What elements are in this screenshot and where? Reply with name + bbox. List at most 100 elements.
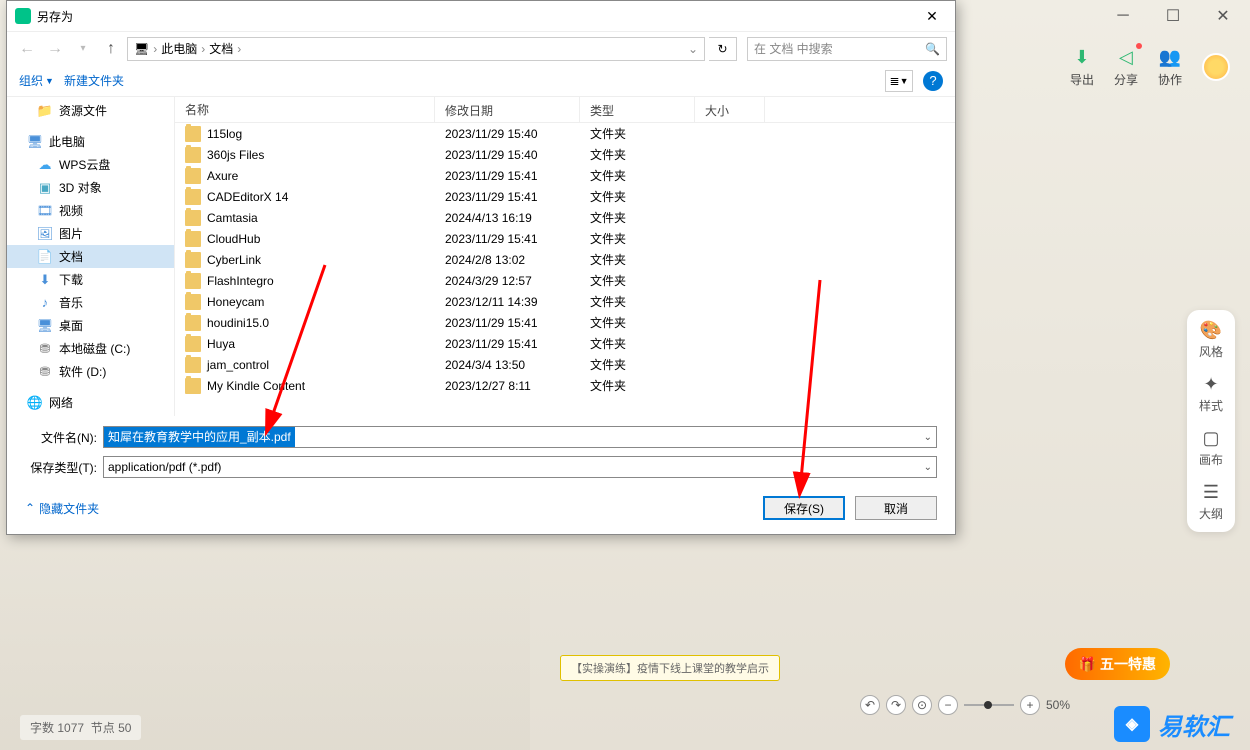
- new-folder-button[interactable]: 新建文件夹: [64, 72, 124, 89]
- undo-btn[interactable]: ↶: [860, 695, 880, 715]
- search-icon: 🔍: [925, 42, 940, 56]
- view-mode-button[interactable]: ≣ ▼: [885, 70, 913, 92]
- folder-icon: [185, 210, 201, 226]
- mindmap-node[interactable]: 【实操演练】疫情下线上课堂的教学启示: [560, 655, 780, 681]
- file-row[interactable]: Camtasia2024/4/13 16:19文件夹: [175, 207, 955, 228]
- organize-menu[interactable]: 组织 ▼: [19, 72, 54, 89]
- avatar[interactable]: [1202, 53, 1230, 81]
- tree-resources[interactable]: 📁资源文件: [7, 99, 174, 122]
- dialog-footer: ⌃ 隐藏文件夹 保存(S) 取消: [7, 488, 955, 534]
- col-date[interactable]: 修改日期: [435, 97, 580, 122]
- dialog-close-button[interactable]: ✕: [917, 4, 947, 28]
- breadcrumb-docs[interactable]: 文档: [209, 40, 233, 57]
- status-bar: 字数 1077 节点 50: [20, 715, 141, 740]
- file-row[interactable]: FlashIntegro2024/3/29 12:57文件夹: [175, 270, 955, 291]
- outline-panel-btn[interactable]: ☰大纲: [1191, 482, 1231, 522]
- minimize-button[interactable]: ─: [1108, 1, 1138, 31]
- export-tool[interactable]: ⬇ 导出: [1070, 45, 1094, 88]
- tree-d-drive[interactable]: ⛃软件 (D:): [7, 360, 174, 383]
- tree-this-pc[interactable]: 🖥此电脑: [7, 130, 174, 153]
- tree-wps-cloud[interactable]: ☁WPS云盘: [7, 153, 174, 176]
- disk-icon: ⛃: [37, 341, 53, 357]
- logo-area: ◈ 易软汇: [1114, 706, 1230, 742]
- tree-videos[interactable]: 🎞视频: [7, 199, 174, 222]
- file-row[interactable]: Axure2023/11/29 15:41文件夹: [175, 165, 955, 186]
- tree-music[interactable]: ♪音乐: [7, 291, 174, 314]
- search-input[interactable]: 在 文档 中搜索 🔍: [747, 37, 947, 61]
- file-row[interactable]: My Kindle Content2023/12/27 8:11文件夹: [175, 375, 955, 396]
- nav-back-button[interactable]: ←: [15, 37, 39, 61]
- col-size[interactable]: 大小: [695, 97, 765, 122]
- filetype-select[interactable]: application/pdf (*.pdf) ⌄: [103, 456, 937, 478]
- share-tool[interactable]: ◁ 分享: [1114, 45, 1138, 88]
- folder-tree: 📁资源文件 🖥此电脑 ☁WPS云盘 ▣3D 对象 🎞视频 🖼图片 📄文档 ⬇下载…: [7, 97, 175, 416]
- cancel-button[interactable]: 取消: [855, 496, 937, 520]
- promo-badge[interactable]: 🎁五一特惠: [1065, 648, 1170, 680]
- file-row[interactable]: Honeycam2023/12/11 14:39文件夹: [175, 291, 955, 312]
- nav-recent-button[interactable]: ▾: [71, 37, 95, 61]
- file-row[interactable]: houdini15.02023/11/29 15:41文件夹: [175, 312, 955, 333]
- format-panel-btn[interactable]: ✦样式: [1191, 374, 1231, 414]
- tree-downloads[interactable]: ⬇下载: [7, 268, 174, 291]
- video-icon: 🎞: [37, 203, 53, 219]
- logo-icon: ◈: [1114, 706, 1150, 742]
- folder-icon: 📁: [37, 103, 53, 119]
- file-row[interactable]: CADEditorX 142023/11/29 15:41文件夹: [175, 186, 955, 207]
- redo-btn[interactable]: ↷: [886, 695, 906, 715]
- close-button[interactable]: ✕: [1208, 1, 1238, 31]
- tree-network[interactable]: 🌐网络: [7, 391, 174, 414]
- tree-3d-objects[interactable]: ▣3D 对象: [7, 176, 174, 199]
- file-row[interactable]: CyberLink2024/2/8 13:02文件夹: [175, 249, 955, 270]
- file-row[interactable]: CloudHub2023/11/29 15:41文件夹: [175, 228, 955, 249]
- breadcrumb-pc-icon: 🖥: [134, 42, 149, 56]
- refresh-button[interactable]: ↻: [709, 37, 737, 61]
- cloud-icon: ☁: [37, 157, 53, 173]
- zoom-in-btn[interactable]: +: [1020, 695, 1040, 715]
- folder-icon: [185, 252, 201, 268]
- tree-desktop[interactable]: 🖥桌面: [7, 314, 174, 337]
- save-as-dialog: 另存为 ✕ ← → ▾ ↑ 🖥 › 此电脑 › 文档 › ⌄ ↻ 在 文档 中搜…: [6, 0, 956, 535]
- tree-c-drive[interactable]: ⛃本地磁盘 (C:): [7, 337, 174, 360]
- folder-icon: [185, 189, 201, 205]
- hide-folders-toggle[interactable]: ⌃ 隐藏文件夹: [25, 500, 99, 517]
- zoom-slider[interactable]: [964, 704, 1014, 706]
- maximize-button[interactable]: ☐: [1158, 1, 1188, 31]
- canvas-panel-btn[interactable]: ▢画布: [1191, 428, 1231, 468]
- filename-input[interactable]: 知犀在教育教学中的应用_副本.pdf ⌄: [103, 426, 937, 448]
- help-button[interactable]: ?: [923, 71, 943, 91]
- pictures-icon: 🖼: [37, 226, 53, 242]
- folder-icon: [185, 315, 201, 331]
- breadcrumb-dropdown-icon[interactable]: ⌄: [688, 42, 698, 56]
- dialog-nav: ← → ▾ ↑ 🖥 › 此电脑 › 文档 › ⌄ ↻ 在 文档 中搜索 🔍: [7, 31, 955, 65]
- palette-icon: 🎨: [1200, 320, 1222, 341]
- dialog-inputs: 文件名(N): 知犀在教育教学中的应用_副本.pdf ⌄ 保存类型(T): ap…: [7, 416, 955, 488]
- disk-icon: ⛃: [37, 364, 53, 380]
- breadcrumb[interactable]: 🖥 › 此电脑 › 文档 › ⌄: [127, 37, 705, 61]
- bg-window-controls: ─ ☐ ✕: [1096, 0, 1250, 32]
- app-icon: [15, 8, 31, 24]
- nav-forward-button[interactable]: →: [43, 37, 67, 61]
- collab-icon: 👥: [1158, 45, 1182, 69]
- tree-documents[interactable]: 📄文档: [7, 245, 174, 268]
- breadcrumb-pc[interactable]: 此电脑: [161, 40, 197, 57]
- col-type[interactable]: 类型: [580, 97, 695, 122]
- style-panel-btn[interactable]: 🎨风格: [1191, 320, 1231, 360]
- save-button[interactable]: 保存(S): [763, 496, 845, 520]
- col-name[interactable]: 名称: [175, 97, 435, 122]
- desktop-icon: 🖥: [37, 318, 53, 334]
- documents-icon: 📄: [37, 249, 53, 265]
- locate-btn[interactable]: ⊙: [912, 695, 932, 715]
- nav-up-button[interactable]: ↑: [99, 37, 123, 61]
- zoom-out-btn[interactable]: −: [938, 695, 958, 715]
- format-icon: ✦: [1203, 374, 1218, 395]
- file-row[interactable]: 115log2023/11/29 15:40文件夹: [175, 123, 955, 144]
- dialog-body: 📁资源文件 🖥此电脑 ☁WPS云盘 ▣3D 对象 🎞视频 🖼图片 📄文档 ⬇下载…: [7, 97, 955, 416]
- chevron-down-icon[interactable]: ⌄: [924, 462, 932, 473]
- file-row[interactable]: jam_control2024/3/4 13:50文件夹: [175, 354, 955, 375]
- tree-pictures[interactable]: 🖼图片: [7, 222, 174, 245]
- chevron-down-icon[interactable]: ⌄: [924, 432, 932, 443]
- collab-tool[interactable]: 👥 协作: [1158, 45, 1182, 88]
- file-row[interactable]: Huya2023/11/29 15:41文件夹: [175, 333, 955, 354]
- folder-icon: [185, 273, 201, 289]
- file-row[interactable]: 360js Files2023/11/29 15:40文件夹: [175, 144, 955, 165]
